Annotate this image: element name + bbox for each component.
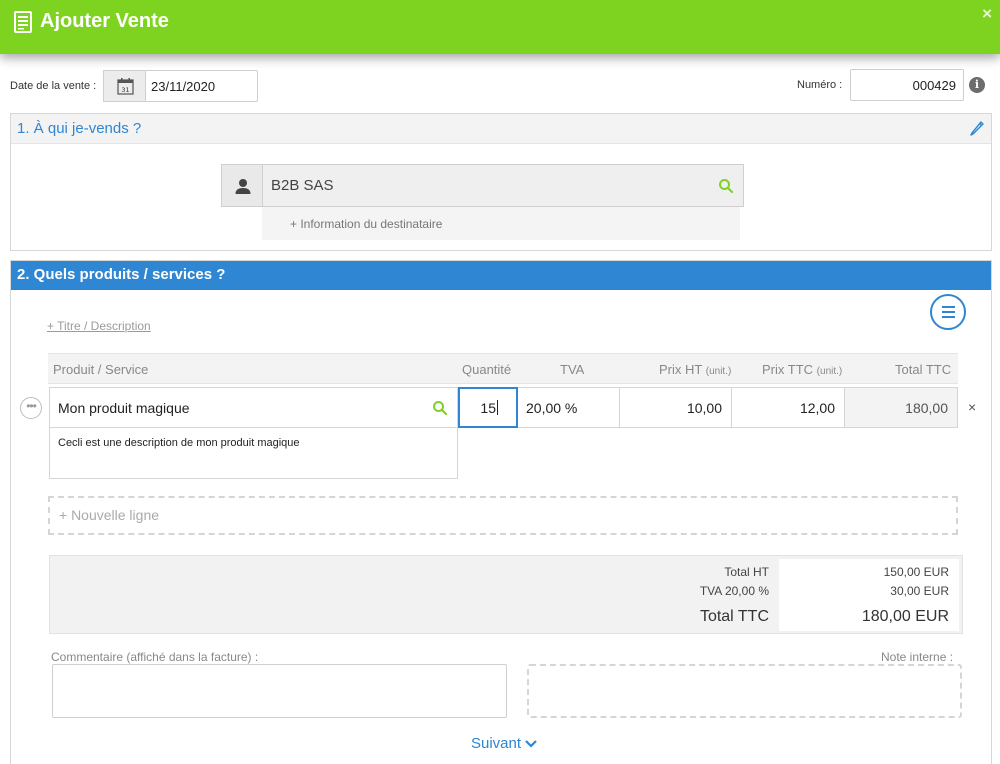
total-ht-value: 150,00 EUR <box>883 565 949 579</box>
row-options-icon[interactable]: ••• <box>20 397 42 419</box>
add-line-button[interactable]: + Nouvelle ligne <box>48 496 958 535</box>
totals-values: 150,00 EUR 30,00 EUR 180,00 EUR <box>779 559 959 631</box>
menu-icon[interactable] <box>930 294 966 330</box>
column-header-price-ht: Prix HT (unit.) <box>659 362 732 377</box>
product-name-field[interactable]: Mon produit magique <box>49 387 458 428</box>
total-ht-label: Total HT <box>724 565 769 579</box>
modal-title: Ajouter Vente <box>40 10 169 32</box>
pencil-icon[interactable] <box>969 120 985 136</box>
column-header-quantity: Quantité <box>462 362 512 377</box>
internal-note-area[interactable] <box>527 664 962 718</box>
price-ttc-field[interactable]: 12,00 <box>732 387 845 428</box>
product-description-field[interactable]: Cecli est une description de mon produit… <box>49 428 458 479</box>
column-header-tva: TVA <box>560 362 585 377</box>
products-section-title: 2. Quels produits / services ? <box>17 266 226 283</box>
sale-date-label: Date de la vente : <box>10 80 97 92</box>
column-header-price-ttc: Prix TTC (unit.) <box>762 362 843 377</box>
tva-field[interactable]: 20,00 % <box>518 387 620 428</box>
comment-label: Commentaire (affiché dans la facture) : <box>51 650 259 664</box>
quantity-field[interactable]: 15 <box>458 387 518 428</box>
user-icon <box>235 179 251 194</box>
recipient-section-title: 1. À qui je-vends ? <box>17 120 142 137</box>
invoice-number-input[interactable] <box>850 69 964 101</box>
internal-note-label: Note interne : <box>881 650 954 664</box>
chevron-down-icon <box>525 740 537 748</box>
number-label: Numéro : <box>797 79 843 91</box>
row-total-value: 180,00 <box>845 387 958 428</box>
totals-panel: Total HT TVA 20,00 % Total TTC 150,00 EU… <box>49 555 963 634</box>
calendar-icon: 31 <box>117 78 134 95</box>
client-search-input[interactable] <box>262 164 744 207</box>
modal-header: Ajouter Vente × <box>0 0 1000 54</box>
recipient-section-header: 1. À qui je-vends ? <box>11 114 991 144</box>
products-table-header: Produit / Service Quantité TVA Prix HT (… <box>48 353 958 384</box>
tva-total-value: 30,00 EUR <box>890 584 949 598</box>
search-icon[interactable] <box>718 178 734 194</box>
calendar-day-number: 31 <box>121 86 129 94</box>
column-header-total-ttc: Total TTC <box>895 362 952 377</box>
total-ttc-label: Total TTC <box>699 608 769 625</box>
info-icon[interactable]: i <box>969 77 985 93</box>
column-header-product: Produit / Service <box>53 362 149 377</box>
recipient-info-link[interactable]: + Information du destinataire <box>262 207 740 240</box>
delete-row-icon[interactable]: × <box>968 399 976 415</box>
calendar-button[interactable]: 31 <box>103 70 146 102</box>
total-ttc-value: 180,00 EUR <box>861 608 949 625</box>
comment-textarea[interactable] <box>52 664 507 718</box>
title-description-link[interactable]: + Titre / Description <box>47 319 151 333</box>
next-button-label: Suivant <box>471 735 522 752</box>
products-section-header: 2. Quels produits / services ? <box>11 261 991 290</box>
document-icon <box>14 11 32 33</box>
next-button[interactable]: Suivant <box>471 735 538 752</box>
client-type-button[interactable] <box>221 164 263 207</box>
sale-date-input[interactable] <box>145 70 258 102</box>
price-ht-field[interactable]: 10,00 <box>620 387 732 428</box>
close-icon[interactable]: × <box>982 4 992 24</box>
tva-total-label: TVA 20,00 % <box>699 584 769 598</box>
product-search-icon[interactable] <box>432 400 448 416</box>
